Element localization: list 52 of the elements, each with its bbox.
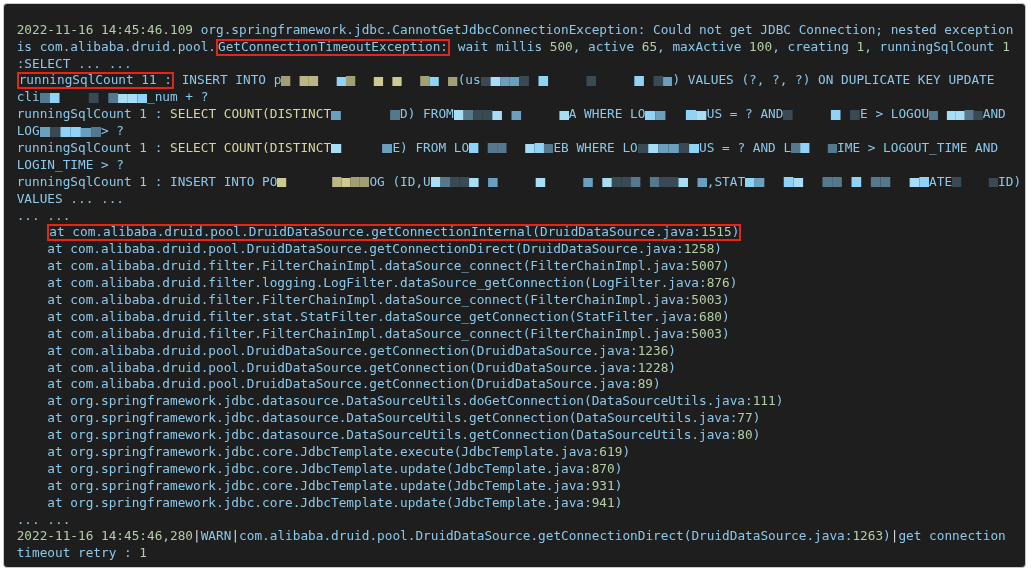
log-text: IME > LOGOUT_TIME AND (837, 140, 999, 157)
log-text: AND (982, 106, 1006, 124)
log-text: 2022-11-16 14:45:46,280|WARN|com.alibaba.druid.pool.DruidDataSource.getConnectionDirect(DruidDataSource.java:1263)|get connection (16, 528, 1006, 546)
stack-frame-text: at org.springframework.jdbc.core.JdbcTemplate.update(JdbcTemplate.java:931) (47, 477, 623, 495)
log-text: OG (ID,U (369, 173, 431, 191)
log-text: INSERT INTO p (180, 72, 282, 90)
log-text: is com.alibaba.druid.pool. (16, 38, 217, 56)
stack-frame-text: at com.alibaba.druid.filter.FilterChainImpl.dataSource_connect(FilterChainImpl.java:5007) (47, 258, 730, 276)
log-text: US = ? AND (706, 106, 784, 124)
log-text: timeout retry : 1 (16, 545, 148, 563)
log-text: 2022-11-16 14:45:46.109 org.springframework.jdbc.CannotGetJdbcConnectionException: Could not get JDBC Connection; nested exception (16, 21, 1014, 39)
highlighted-stack-frame-text: at com.alibaba.druid.pool.DruidDataSource.getConnectionInternal(DruidDataSource.java:1515) (47, 224, 742, 242)
log-text: ) VALUES (?, ?, ?) ON DUPLICATE KEY UPDATE (672, 72, 995, 90)
stack-frame-text: at com.alibaba.druid.pool.DruidDataSource.getConnection(DruidDataSource.java:1228) (47, 359, 677, 377)
log-text: > ? (101, 123, 125, 140)
stack-frame-text: at org.springframework.jdbc.datasource.DataSourceUtils.getConnection(DataSourceUtils.java:80) (47, 427, 761, 445)
log-text: runningSqlCount 1 : SELECT COUNT(DISTINCT (16, 106, 332, 124)
log-text: (us (457, 72, 481, 90)
log-text: VALUES ... ... (16, 190, 125, 208)
log-text: runningSqlCount 1 : SELECT COUNT(DISTINCT (16, 140, 332, 157)
log-text: E > LOGOU (860, 106, 930, 124)
log-text: A WHERE LO (568, 106, 646, 124)
stack-frame-text: at org.springframework.jdbc.datasource.DataSourceUtils.doGetConnection(DataSourceUtils.java:111) (47, 393, 784, 411)
log-text: _num + ? (147, 89, 209, 107)
log-text: US = ? AND L (699, 140, 792, 157)
log-text: runningSqlCount 1 : INSERT INTO PO (16, 173, 278, 191)
log-text: LOGIN_TIME > ? (16, 156, 125, 174)
stack-frame-text: at com.alibaba.druid.pool.DruidDataSource.getConnectionDirect(DruidDataSource.java:1258) (47, 241, 723, 259)
log-text: cli (16, 89, 40, 107)
log-text: EB WHERE LO (553, 140, 638, 157)
stack-frame-text: at org.springframework.jdbc.datasource.DataSourceUtils.getConnection(DataSourceUtils.java:77) (47, 410, 761, 428)
log-text: ... ... (16, 207, 71, 225)
highlighted-log-text: GetConnectionTimeoutException: (216, 38, 451, 56)
log-text: ATE (929, 173, 953, 191)
log-text: ... ... (16, 511, 71, 529)
log-text: ,STAT (706, 173, 746, 191)
stack-frame-text: at org.springframework.jdbc.core.JdbcTemplate.update(JdbcTemplate.java:870) (47, 460, 623, 478)
stack-frame-text: at com.alibaba.druid.filter.FilterChainImpl.dataSource_connect(FilterChainImpl.java:5003) (47, 325, 730, 343)
stack-frame-text: at com.alibaba.druid.filter.stat.StatFilter.dataSource_getConnection(StatFilter.java:680) (47, 308, 730, 326)
stack-frame-text: at com.alibaba.druid.pool.DruidDataSource.getConnection(DruidDataSource.java:1236) (47, 342, 677, 360)
log-text: wait millis 500, active 65, maxActive 100, creating 1, runningSqlCount 1 (456, 38, 1010, 56)
stack-frame-text: at com.alibaba.druid.filter.logging.LogFilter.dataSource_getConnection(LogFilter.java:876) (47, 275, 738, 292)
log-text: E) FROM LO (392, 140, 470, 157)
log-text: :SELECT ... ... (16, 55, 132, 73)
stack-frame-text: at org.springframework.jdbc.core.JdbcTemplate.update(JdbcTemplate.java:941) (47, 494, 623, 512)
stack-frame-text: at com.alibaba.druid.filter.FilterChainImpl.dataSource_connect(FilterChainImpl.java:5003) (47, 292, 730, 309)
log-text: D) FROM (400, 106, 454, 124)
log-text: LOG (16, 123, 40, 140)
stack-frame-text: at org.springframework.jdbc.core.JdbcTemplate.execute(JdbcTemplate.java:619) (47, 444, 631, 461)
log-text: ID) (998, 173, 1022, 191)
stack-frame-text: at com.alibaba.druid.pool.DruidDataSource.getConnection(DruidDataSource.java:89) (47, 376, 661, 394)
highlighted-log-text: runningSqlCount 11 : (16, 72, 175, 90)
